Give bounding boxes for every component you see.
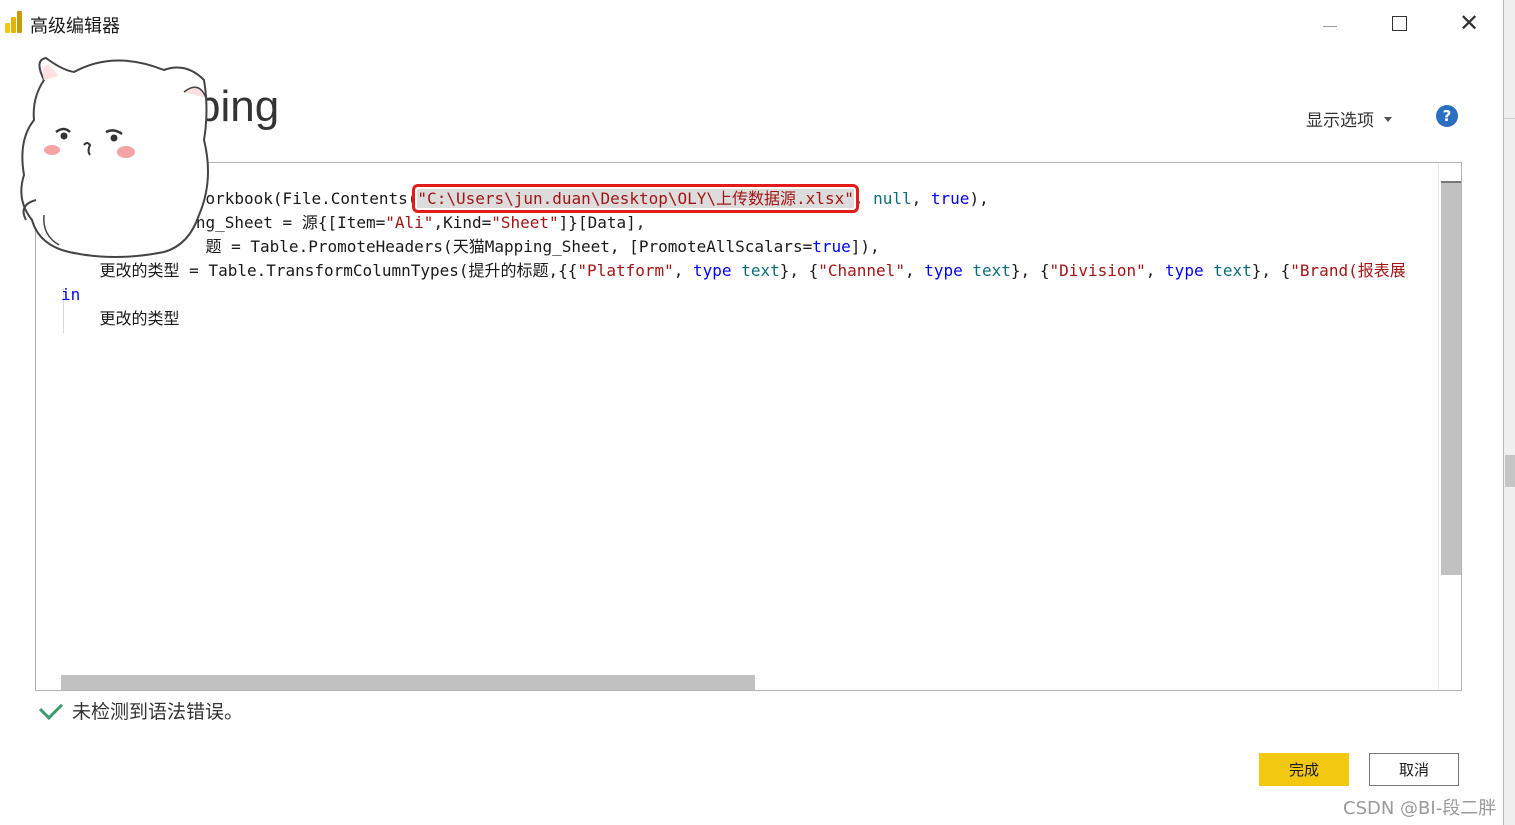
title-bar: 高级编辑器 ✕ [0,0,1503,44]
help-icon[interactable]: ? [1436,105,1458,127]
code-token: true [812,237,851,256]
minimize-button[interactable] [1310,8,1350,38]
code-token: , [1145,261,1166,280]
code-token: , [853,189,874,208]
code-token: "Division" [1049,261,1146,280]
code-token: ]), [850,237,880,256]
code-token: text [741,261,780,280]
watermark: CSDN @BI-段二胖 [1343,798,1497,819]
code-token: type [693,261,732,280]
code-token: 更改的类型 [99,309,180,328]
file-path-highlight: "C:\Users\jun.duan\Desktop\OLY\上传数据源.xls… [412,184,859,213]
code-token: "Channel" [818,261,905,280]
vertical-scrollbar-thumb[interactable] [1441,181,1461,575]
done-button[interactable]: 完成 [1259,753,1349,786]
code-text[interactable]: l.Workbook(File.Contents("C:\Users\jun.d… [61,184,1406,331]
code-token: "Ali" [385,213,434,232]
code-token: ,Kind= [433,213,492,232]
window-title: 高级编辑器 [30,16,120,37]
power-bi-logo-icon [5,11,23,33]
code-token: text [972,261,1011,280]
maximize-icon [1391,15,1407,31]
code-line[interactable]: 更改的类型 = Table.TransformColumnTypes(提升的标题… [61,259,1406,283]
code-token: "Brand(报表展 [1290,261,1406,280]
close-icon: ✕ [1458,9,1480,37]
code-line[interactable]: l.Workbook(File.Contents("C:\Users\jun.d… [61,184,1406,213]
code-token: }, { [1251,261,1291,280]
code-token: null [873,189,912,208]
code-token: true [930,189,970,208]
syntax-status-message: 未检测到语法错误。 [72,701,244,723]
background-window-edge [1503,0,1515,825]
cancel-button[interactable]: 取消 [1369,753,1459,786]
code-token: "Sheet" [491,213,559,232]
code-token: , [904,261,925,280]
code-token: type [924,261,963,280]
maximize-button[interactable] [1379,8,1419,38]
code-token: "Platform" [577,261,674,280]
cat-sticker-icon [20,56,209,258]
code-token: ]}[Data], [558,213,646,232]
code-token: type [1165,261,1204,280]
code-token: , [673,261,694,280]
code-token: ), [969,189,989,208]
display-options-dropdown[interactable]: 显示选项 [1306,106,1392,131]
minimize-icon [1323,25,1337,27]
code-token: 题 = Table.PromoteHeaders(天猫Mapping_Sheet… [205,237,813,256]
code-line[interactable]: ng_Sheet = 源{[Item="Ali",Kind="Sheet"]}[… [61,211,1406,235]
syntax-status: 未检测到语法错误。 [38,695,244,724]
horizontal-scrollbar-thumb[interactable] [61,675,755,690]
code-token: text [1213,261,1252,280]
code-line[interactable]: 题 = Table.PromoteHeaders(天猫Mapping_Sheet… [61,235,1406,259]
scroll-position-marker [1441,181,1461,183]
code-line[interactable]: in [61,283,1406,307]
display-options-label: 显示选项 [1306,111,1374,131]
close-button[interactable]: ✕ [1449,8,1489,38]
code-token: , [911,189,931,208]
check-icon [38,695,64,720]
caret-down-icon [1384,117,1392,122]
code-token: in [61,285,81,304]
code-token: ng_Sheet = 源{[Item= [195,213,386,232]
code-token: }, { [779,261,819,280]
advanced-editor-window: 高级编辑器 ✕ ping 显示选项 ? l.Workbook(File.Cont… [0,0,1503,825]
code-line[interactable]: 更改的类型 [61,307,1406,331]
code-editor[interactable]: l.Workbook(File.Contents("C:\Users\jun.d… [35,162,1462,691]
vertical-scrollbar[interactable] [1438,163,1461,690]
code-token: }, { [1010,261,1050,280]
